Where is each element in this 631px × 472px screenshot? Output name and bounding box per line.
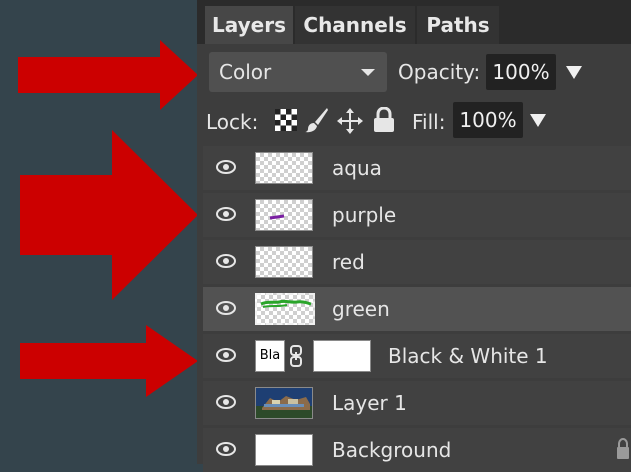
blend-mode-select[interactable]: Color [209,52,387,92]
layer-name: green [332,297,390,321]
layer-row-black-white[interactable]: Bla Black & White 1 [203,334,631,378]
chevron-down-icon [361,69,375,76]
layer-thumbnail [255,199,313,231]
eye-icon[interactable] [216,253,236,269]
link-chain-icon[interactable] [289,345,303,367]
eye-icon[interactable] [216,394,236,410]
layer-name: Background [332,438,452,462]
opacity-label: Opacity: [398,60,481,84]
layer-mask-thumbnail [313,340,371,372]
eye-icon[interactable] [216,159,236,175]
tab-layers[interactable]: Layers [205,6,293,44]
annotation-arrow-middle [20,130,198,300]
annotation-arrow-top [18,40,198,110]
transparency-lock-icon[interactable] [275,109,297,131]
eye-icon[interactable] [216,347,236,363]
layer-row-green[interactable]: green [203,287,631,331]
brush-lock-icon[interactable] [305,107,329,133]
opacity-dropdown-arrow-icon[interactable] [566,66,582,79]
lock-label: Lock: [206,110,259,134]
fill-label: Fill: [412,110,446,134]
tab-channels[interactable]: Channels [295,6,415,44]
layer-row-purple[interactable]: purple [203,193,631,237]
layer-thumbnail [255,387,313,419]
layer-row-layer-1[interactable]: Layer 1 [203,381,631,425]
layer-thumbnail [255,152,313,184]
layer-name: Black & White 1 [388,344,548,368]
layers-panel: Layers Channels Paths Color Opacity: 100… [197,0,631,472]
layer-lock-icon [617,438,629,459]
opacity-input[interactable]: 100% [486,54,556,90]
eye-icon[interactable] [216,441,236,457]
layer-row-aqua[interactable]: aqua [203,146,631,190]
layer-row-background[interactable]: Background [203,428,631,472]
layer-name: Layer 1 [332,391,407,415]
eye-icon[interactable] [216,300,236,316]
layer-thumbnail [255,246,313,278]
layer-thumbnail [255,293,315,325]
fill-input[interactable]: 100% [453,102,523,138]
layer-name: aqua [332,156,382,180]
tab-paths[interactable]: Paths [417,6,499,44]
annotation-arrow-bottom [20,325,198,397]
padlock-icon[interactable] [373,107,395,133]
layer-thumbnail [255,434,313,466]
move-lock-icon[interactable] [337,108,363,134]
layer-name: red [332,250,365,274]
blend-mode-value: Color [219,60,272,84]
layer-name: purple [332,203,397,227]
layer-row-red[interactable]: red [203,240,631,284]
panel-tab-bar: Layers Channels Paths [197,0,631,44]
eye-icon[interactable] [216,206,236,222]
adjustment-thumbnail: Bla [255,340,285,372]
fill-dropdown-arrow-icon[interactable] [530,114,546,127]
